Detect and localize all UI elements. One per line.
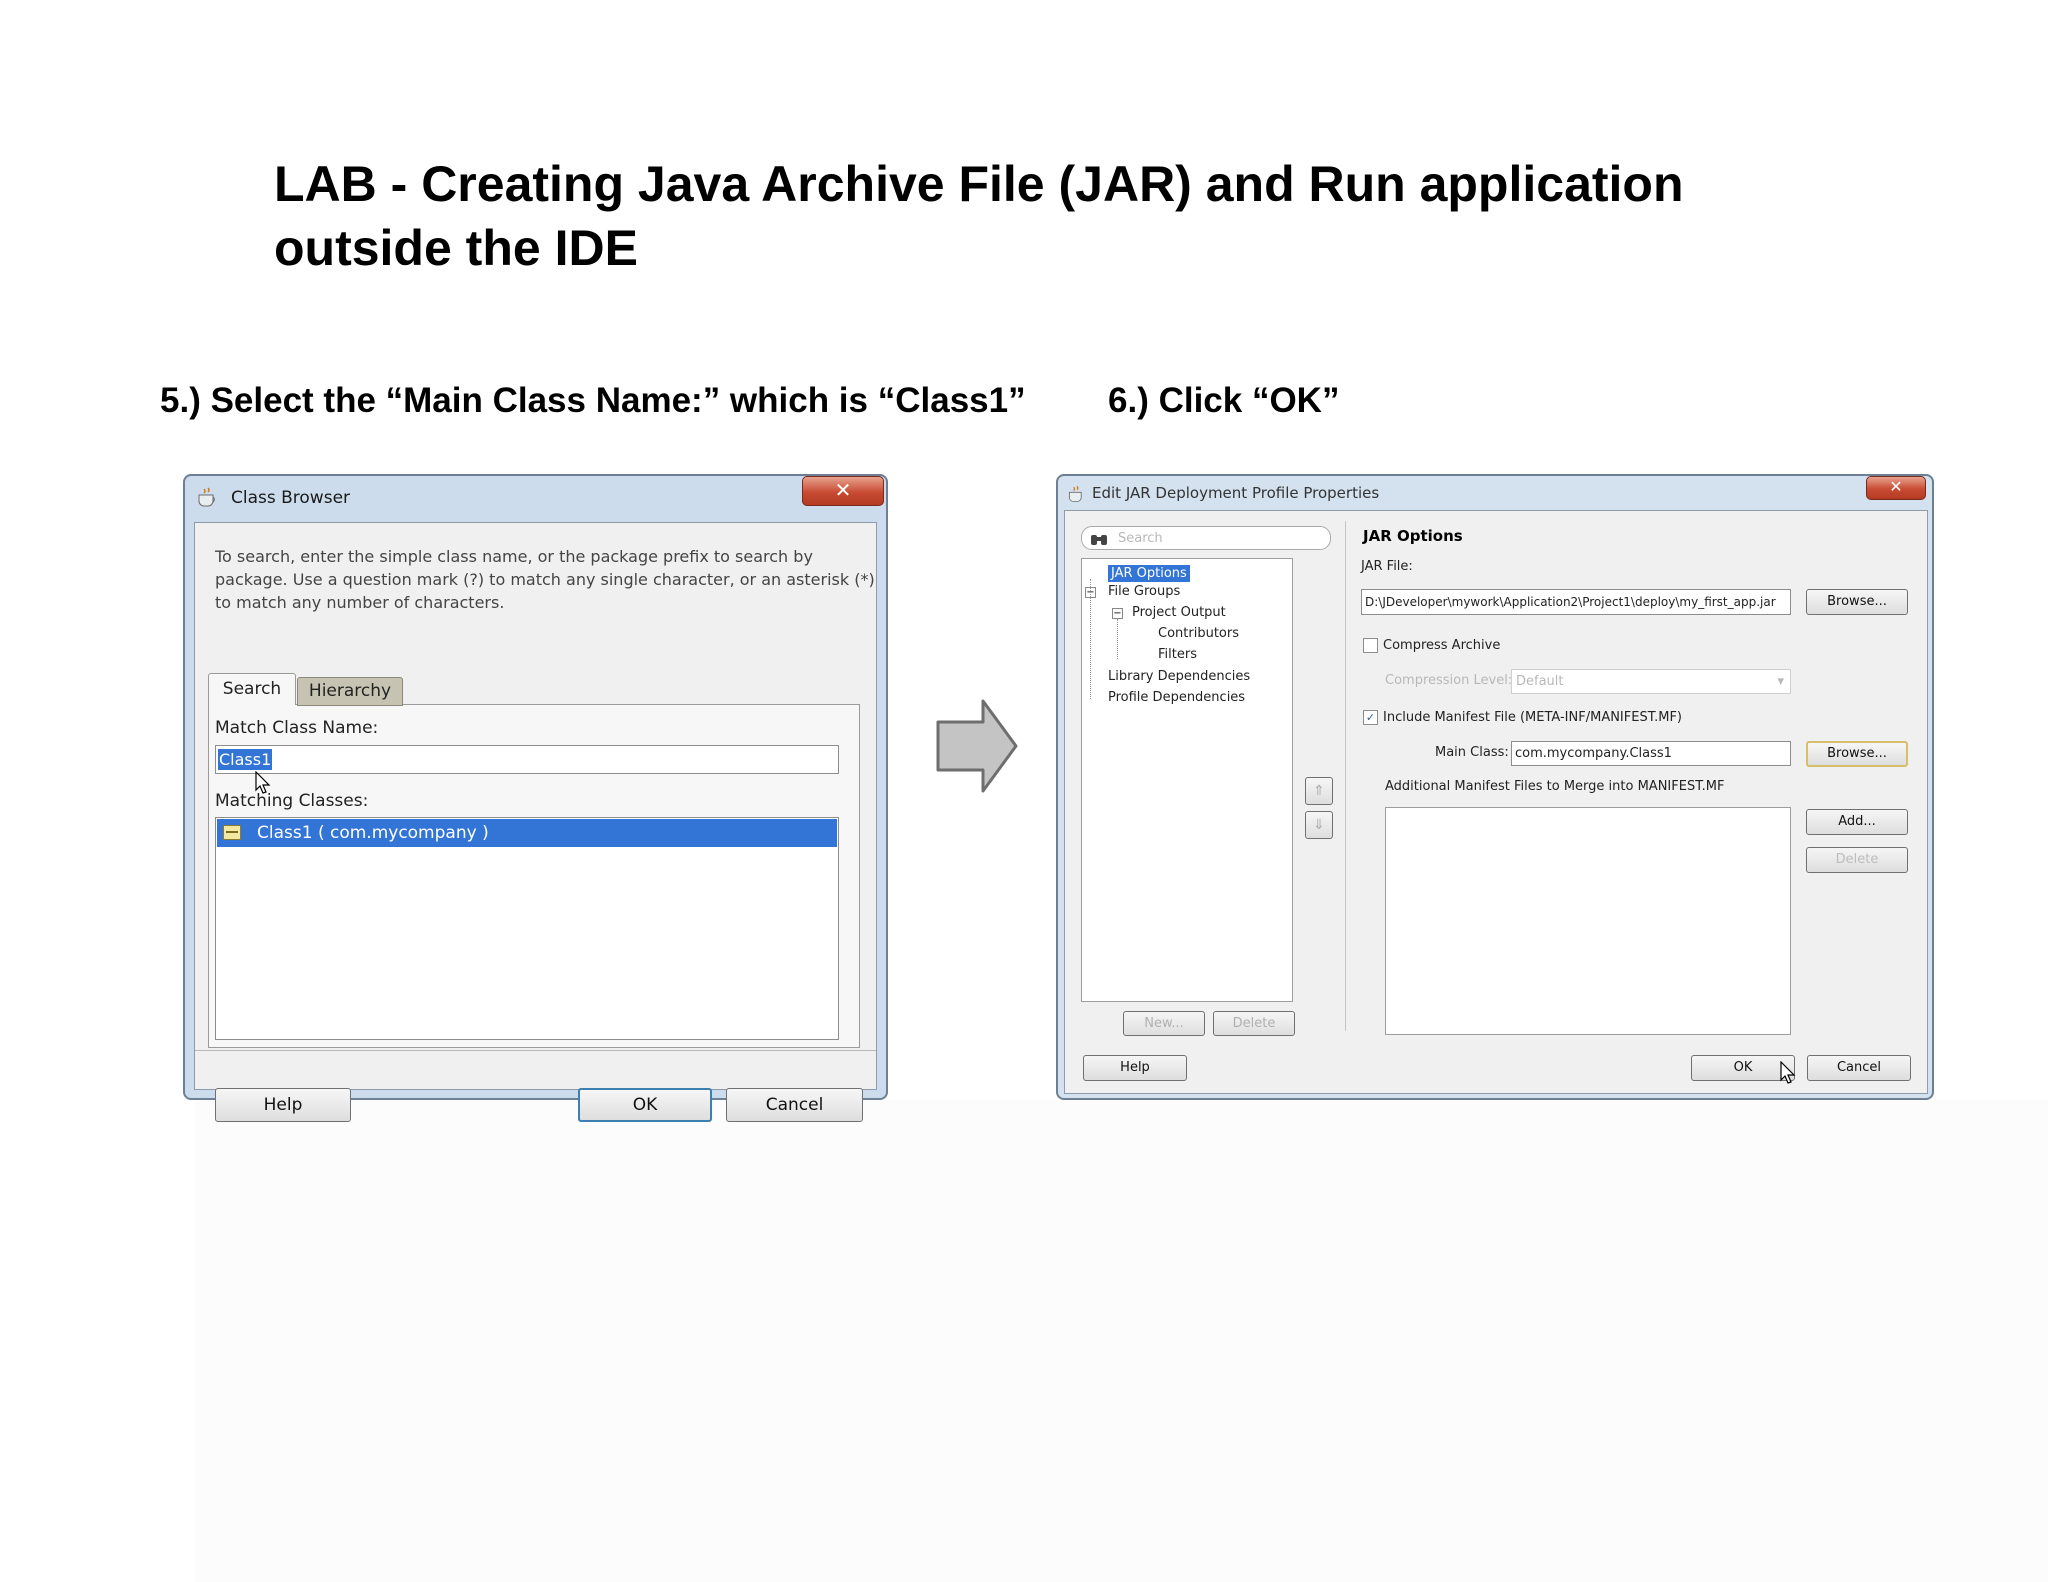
matching-classes-list[interactable]: Class1 ( com.mycompany ) [215, 817, 839, 1040]
compression-level-value: Default [1516, 674, 1564, 689]
dialog-client-area: Search JAR Options − File Groups − Proje… [1064, 510, 1928, 1094]
compress-archive-label: Compress Archive [1383, 638, 1501, 653]
main-class-label: Main Class: [1435, 745, 1509, 760]
include-manifest-checkbox[interactable]: ✓ [1363, 710, 1378, 725]
jar-file-label: JAR File: [1361, 559, 1413, 574]
dialog-title: Class Browser [231, 488, 351, 508]
jar-deployment-dialog: Edit JAR Deployment Profile Properties ✕… [1056, 474, 1934, 1100]
tree-item-filters[interactable]: Filters [1158, 647, 1197, 662]
chevron-down-icon: ▾ [1777, 674, 1784, 689]
compression-level-label: Compression Level: [1385, 673, 1513, 688]
include-manifest-label: Include Manifest File (META-INF/MANIFEST… [1383, 710, 1683, 725]
slide-title-line1: LAB - Creating Java Archive File (JAR) a… [274, 156, 1684, 212]
tree-item-library-dependencies[interactable]: Library Dependencies [1108, 669, 1250, 684]
dialog-client-area: To search, enter the simple class name, … [194, 522, 877, 1122]
tree-item-file-groups[interactable]: File Groups [1108, 584, 1180, 599]
help-button[interactable]: Help [1083, 1055, 1187, 1081]
match-class-name-value: Class1 [218, 749, 273, 770]
delete-button[interactable]: Delete [1806, 847, 1908, 873]
additional-manifest-label: Additional Manifest Files to Merge into … [1385, 779, 1725, 794]
dialog-title: Edit JAR Deployment Profile Properties [1092, 484, 1380, 502]
class-icon [223, 825, 241, 840]
jar-file-value: D:\JDeveloper\mywork\Application2\Projec… [1365, 595, 1776, 609]
browse-main-class-button[interactable]: Browse... [1806, 741, 1908, 767]
tab-search[interactable]: Search [208, 673, 296, 705]
ok-button[interactable]: OK [578, 1088, 712, 1122]
right-arrow-icon [935, 698, 1019, 798]
collapse-icon[interactable]: − [1112, 608, 1123, 619]
cancel-button[interactable]: Cancel [726, 1088, 863, 1122]
main-class-value: com.mycompany.Class1 [1515, 746, 1672, 761]
match-class-name-input[interactable]: Class1 [215, 745, 839, 774]
instructions-text: To search, enter the simple class name, … [215, 547, 875, 612]
move-up-button[interactable]: ⇑ [1305, 777, 1333, 805]
jar-file-input[interactable]: D:\JDeveloper\mywork\Application2\Projec… [1361, 589, 1791, 615]
step-6-caption: 6.) Click “OK” [1108, 381, 1340, 420]
slide-title-line2: outside the IDE [274, 220, 638, 276]
list-item[interactable]: Class1 ( com.mycompany ) [217, 819, 837, 847]
divider [1345, 521, 1346, 1031]
binoculars-icon [1090, 531, 1108, 551]
tree-new-button[interactable]: New... [1123, 1011, 1205, 1036]
additional-manifest-list[interactable] [1385, 807, 1791, 1035]
help-button[interactable]: Help [215, 1088, 351, 1122]
cancel-button[interactable]: Cancel [1807, 1055, 1911, 1081]
tree-item-project-output[interactable]: Project Output [1132, 605, 1226, 620]
tab-hierarchy[interactable]: Hierarchy [297, 677, 403, 706]
compression-level-select[interactable]: Default ▾ [1511, 669, 1791, 694]
matching-classes-label: Matching Classes: [215, 791, 369, 811]
background-shade [195, 1100, 2048, 1582]
divider [195, 1050, 876, 1051]
add-button[interactable]: Add... [1806, 809, 1908, 835]
search-placeholder: Search [1118, 531, 1163, 546]
tree-item-profile-dependencies[interactable]: Profile Dependencies [1108, 690, 1245, 705]
tree-delete-button[interactable]: Delete [1213, 1011, 1295, 1036]
close-button[interactable]: ✕ [802, 476, 884, 506]
move-up-icon: ⇑ [1313, 783, 1325, 799]
section-title: JAR Options [1363, 527, 1463, 545]
tree-line [1090, 579, 1092, 699]
mouse-cursor-icon [1780, 1060, 1796, 1089]
browse-jar-button[interactable]: Browse... [1806, 589, 1908, 615]
slide-title: LAB - Creating Java Archive File (JAR) a… [274, 152, 1924, 280]
navigation-tree[interactable]: JAR Options − File Groups − Project Outp… [1081, 558, 1293, 1002]
tree-line [1117, 619, 1119, 659]
coffee-cup-icon [1066, 484, 1088, 504]
class-browser-dialog: Class Browser ✕ To search, enter the sim… [183, 474, 888, 1122]
close-button[interactable]: ✕ [1866, 476, 1926, 500]
checkmark-icon: ✓ [1365, 711, 1376, 724]
move-down-button[interactable]: ⇓ [1305, 811, 1333, 839]
main-class-input[interactable]: com.mycompany.Class1 [1511, 741, 1791, 766]
coffee-cup-icon [195, 486, 221, 508]
match-class-name-label: Match Class Name: [215, 718, 379, 738]
search-input[interactable]: Search [1081, 526, 1331, 550]
tree-item-contributors[interactable]: Contributors [1158, 626, 1239, 641]
step-5-caption: 5.) Select the “Main Class Name:” which … [160, 381, 1026, 420]
compress-archive-checkbox[interactable] [1363, 638, 1378, 653]
list-item-label: Class1 ( com.mycompany ) [257, 823, 489, 843]
tree-item-jar-options[interactable]: JAR Options [1108, 565, 1190, 582]
move-down-icon: ⇓ [1313, 817, 1325, 833]
